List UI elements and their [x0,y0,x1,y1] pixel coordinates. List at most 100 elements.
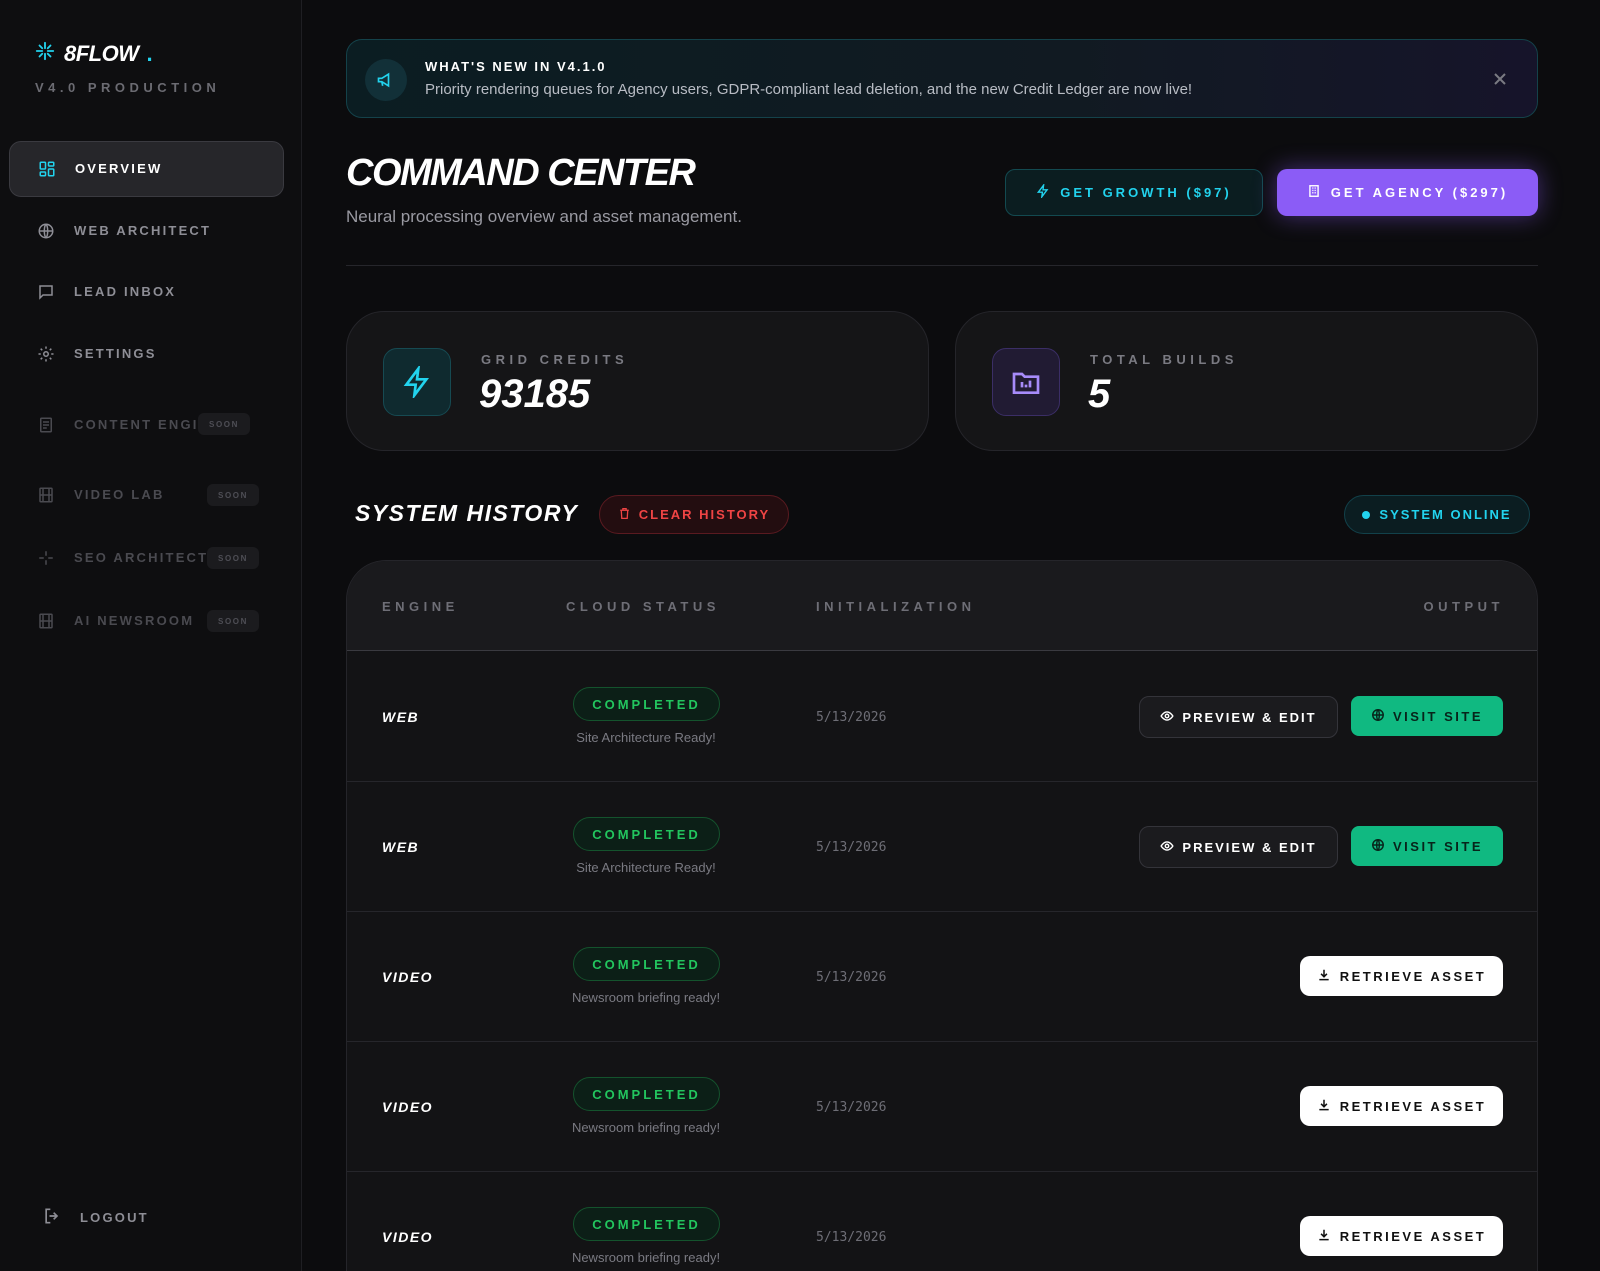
clear-history-button[interactable]: CLEAR HISTORY [599,495,789,534]
status-detail: Newsroom briefing ready! [571,1250,721,1265]
chat-icon [36,282,56,302]
preview-edit-button[interactable]: PREVIEW & EDIT [1139,696,1338,738]
table-header: ENGINE CLOUD STATUS INITIALIZATION OUTPU… [347,561,1537,651]
visit-site-button[interactable]: VISIT SITE [1351,826,1503,866]
status-badge: COMPLETED [573,687,720,721]
retrieve-asset-label: RETRIEVE ASSET [1339,1098,1487,1114]
table-row: WEB COMPLETED Site Architecture Ready! 5… [347,782,1537,912]
initialization-date: 5/13/2026 [816,710,887,725]
initialization-date: 5/13/2026 [816,1230,887,1245]
sidebar-item-video-lab[interactable]: VIDEO LAB SOON [9,467,284,523]
engine-label: VIDEO [382,1099,434,1115]
table-row: WEB COMPLETED Site Architecture Ready! 5… [347,652,1537,782]
system-history-title: SYSTEM HISTORY [355,500,579,526]
banner-title: WHAT'S NEW IN V4.1.0 [425,59,607,74]
sparkle-logo-icon [34,40,56,67]
globe-icon [1371,838,1385,855]
soon-badge: SOON [198,413,250,435]
stat-value: 93185 [479,372,591,416]
brand-name: 8FLOW [64,40,139,66]
status-badge: COMPLETED [573,817,720,851]
get-growth-label: GET GROWTH ($97) [1060,185,1232,200]
brand-dot: . [146,40,153,66]
banner-text: Priority rendering queues for Agency use… [425,81,1193,98]
sidebar-item-label: LEAD INBOX [74,284,177,299]
clear-history-label: CLEAR HISTORY [638,507,771,522]
status-detail: Newsroom briefing ready! [571,1120,721,1135]
building-icon [1307,184,1321,201]
get-agency-button[interactable]: GET AGENCY ($297) [1277,169,1538,216]
column-header-engine: ENGINE [382,599,459,614]
preview-edit-label: PREVIEW & EDIT [1182,709,1317,725]
download-icon [1317,968,1331,985]
sidebar-item-overview[interactable]: OVERVIEW [9,141,284,197]
sidebar-item-label: SETTINGS [74,346,157,361]
sidebar-item-ai-newsroom[interactable]: AI NEWSROOM SOON [9,593,284,649]
logout-label: LOGOUT [80,1210,149,1225]
film-icon [36,485,56,505]
stat-card-total-builds: TOTAL BUILDS 5 [955,311,1538,451]
page-title: COMMAND CENTER [346,152,696,194]
visit-site-label: VISIT SITE [1392,838,1483,854]
sidebar-item-seo-architect[interactable]: SEO ARCHITECT SOON [9,530,284,586]
soon-badge: SOON [207,484,259,506]
engine-label: VIDEO [382,969,434,985]
grid-icon [37,159,57,179]
globe-icon [1371,708,1385,725]
megaphone-icon [365,59,407,101]
status-detail: Site Architecture Ready! [576,860,716,875]
logout-button[interactable]: LOGOUT [42,1206,149,1229]
sparkle-icon [36,548,56,568]
preview-edit-button[interactable]: PREVIEW & EDIT [1139,826,1338,868]
status-badge: COMPLETED [573,947,720,981]
status-detail: Newsroom briefing ready! [571,990,721,1005]
sidebar: 8FLOW . V4.0 PRODUCTION OVERVIEW WEB ARC… [0,0,302,1271]
stat-label: GRID CREDITS [481,352,629,367]
column-header-output: OUTPUT [1423,599,1504,614]
eye-icon [1160,709,1175,726]
soon-badge: SOON [207,610,259,632]
brand-logo[interactable]: 8FLOW . [34,40,153,67]
sidebar-item-settings[interactable]: SETTINGS [9,326,284,382]
visit-site-label: VISIT SITE [1392,708,1483,724]
sidebar-item-label: OVERVIEW [75,161,163,176]
stat-label: TOTAL BUILDS [1090,352,1238,367]
retrieve-asset-button[interactable]: RETRIEVE ASSET [1300,1216,1503,1256]
system-status-label: SYSTEM ONLINE [1379,507,1512,522]
table-row: VIDEO COMPLETED Newsroom briefing ready!… [347,1042,1537,1172]
status-badge: COMPLETED [573,1207,720,1241]
retrieve-asset-button[interactable]: RETRIEVE ASSET [1300,956,1503,996]
status-badge: COMPLETED [573,1077,720,1111]
initialization-date: 5/13/2026 [816,1100,887,1115]
sidebar-item-content-engine[interactable]: CONTENT ENGINE [9,397,229,453]
system-status-badge: SYSTEM ONLINE [1344,495,1530,534]
history-table: ENGINE CLOUD STATUS INITIALIZATION OUTPU… [346,560,1538,1271]
visit-site-button[interactable]: VISIT SITE [1351,696,1503,736]
engine-label: WEB [382,839,420,855]
column-header-cloud-status: CLOUD STATUS [566,599,720,614]
table-row: VIDEO COMPLETED Newsroom briefing ready!… [347,912,1537,1042]
initialization-date: 5/13/2026 [816,840,887,855]
close-icon[interactable] [1489,68,1511,90]
engine-label: WEB [382,709,420,725]
logout-icon [42,1206,62,1229]
get-growth-button[interactable]: GET GROWTH ($97) [1005,169,1263,216]
table-row: VIDEO COMPLETED Newsroom briefing ready!… [347,1172,1537,1271]
stat-card-grid-credits: GRID CREDITS 93185 [346,311,929,451]
lightning-icon [1036,182,1050,201]
preview-edit-label: PREVIEW & EDIT [1182,839,1317,855]
folder-chart-icon [992,348,1060,416]
retrieve-asset-label: RETRIEVE ASSET [1339,968,1487,984]
sidebar-item-lead-inbox[interactable]: LEAD INBOX [9,264,284,320]
document-icon [36,415,56,435]
retrieve-asset-button[interactable]: RETRIEVE ASSET [1300,1086,1503,1126]
release-banner: WHAT'S NEW IN V4.1.0 Priority rendering … [346,39,1538,118]
eye-icon [1160,839,1175,856]
stat-value: 5 [1088,372,1111,416]
engine-label: VIDEO [382,1229,434,1245]
soon-badge: SOON [207,547,259,569]
initialization-date: 5/13/2026 [816,970,887,985]
header-divider [346,265,1538,266]
sidebar-item-web-architect[interactable]: WEB ARCHITECT [9,203,284,259]
status-detail: Site Architecture Ready! [576,730,716,745]
